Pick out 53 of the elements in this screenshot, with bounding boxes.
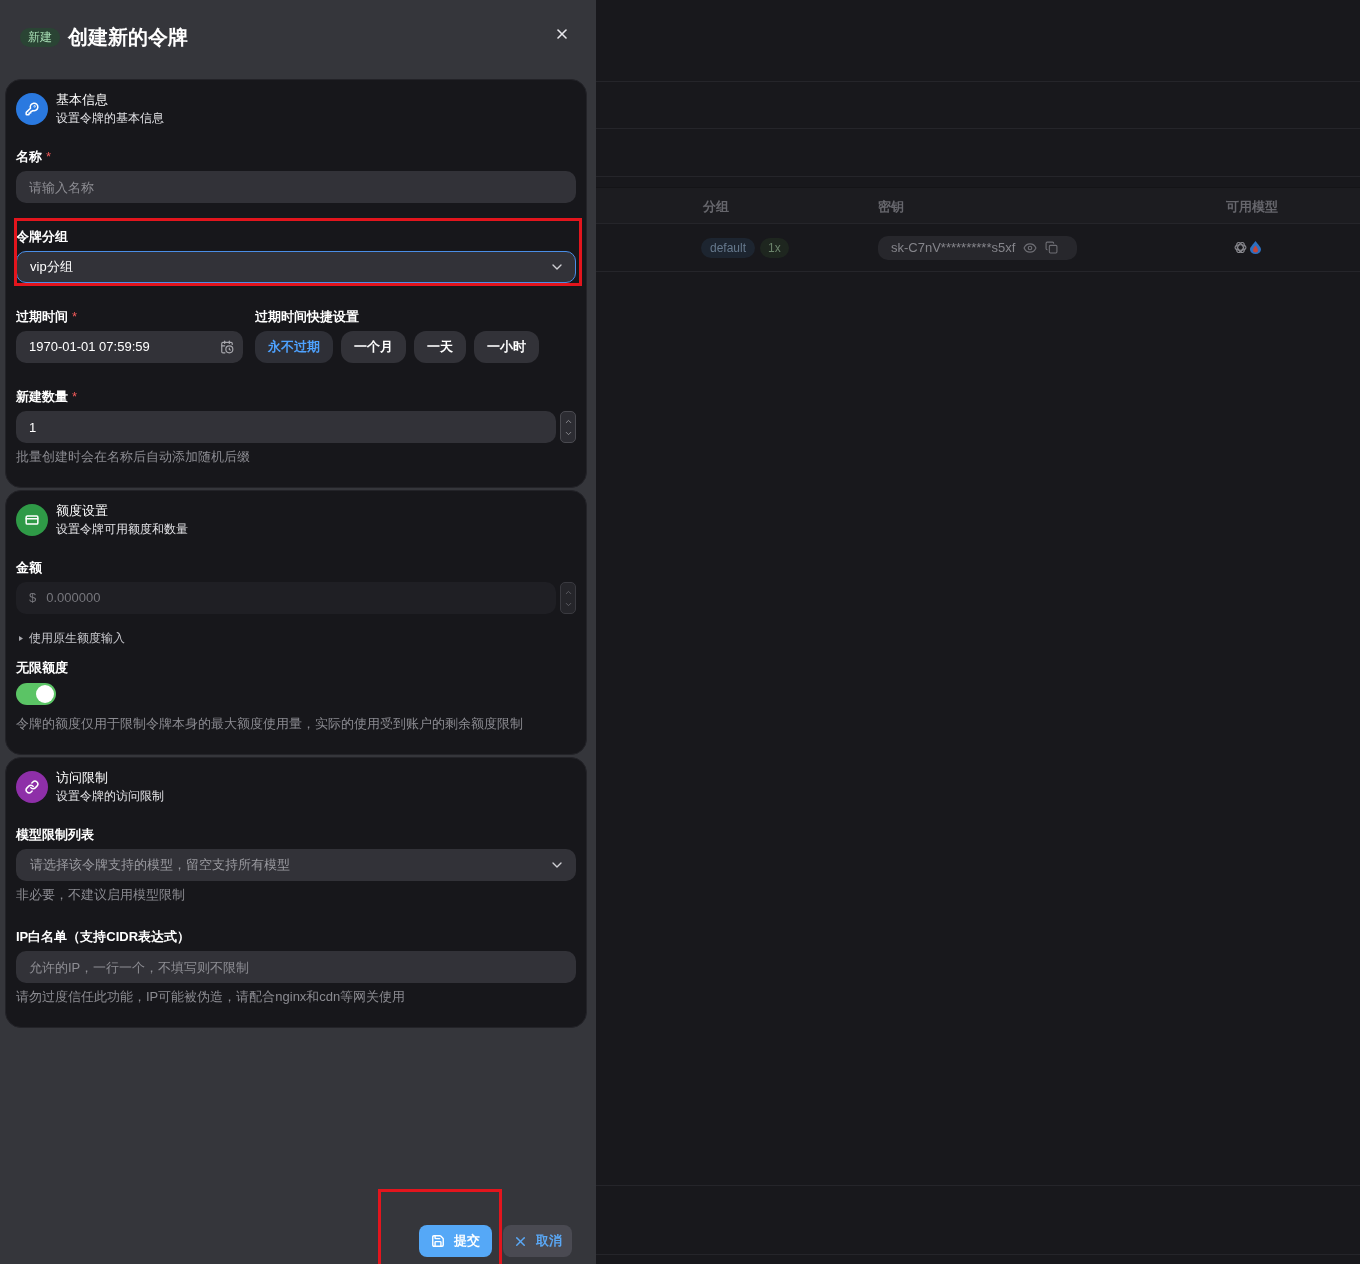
toggle-switch[interactable] bbox=[16, 683, 56, 705]
cancel-button[interactable]: 取消 bbox=[503, 1225, 572, 1257]
field-label: IP白名单（支持CIDR表达式） bbox=[16, 928, 191, 946]
section-title: 基本信息 bbox=[56, 92, 109, 108]
knot-logo-icon bbox=[1234, 241, 1247, 254]
required-mark: * bbox=[46, 148, 52, 166]
droplet-logo-icon bbox=[1250, 241, 1261, 254]
section-subtitle: 设置令牌可用额度和数量 bbox=[56, 521, 188, 537]
section-subtitle: 设置令牌的基本信息 bbox=[56, 110, 164, 126]
field-label: 新建数量 bbox=[16, 388, 68, 406]
disclosure-toggle[interactable]: 使用原生额度输入 bbox=[16, 630, 125, 646]
calendar-clock-icon bbox=[220, 340, 234, 354]
date-field[interactable]: 1970-01-01 07:59:59 bbox=[16, 331, 243, 363]
close-button[interactable] bbox=[554, 26, 570, 42]
new-badge: 新建 bbox=[20, 27, 60, 47]
help-text: 批量创建时会在名称后自动添加随机后缀 bbox=[16, 449, 251, 465]
column-header: 可用模型 bbox=[1226, 198, 1278, 214]
required-mark: * bbox=[72, 388, 78, 406]
dropdown-field[interactable]: vip分组 bbox=[16, 251, 576, 283]
help-text: 令牌的额度仅用于限制令牌本身的最大额度使用量，实际的使用受到账户的剩余额度限制 bbox=[16, 716, 524, 732]
field-label: 模型限制列表 bbox=[16, 826, 94, 844]
field-label: 无限额度 bbox=[16, 659, 68, 677]
field-label: 过期时间快捷设置 bbox=[255, 308, 359, 326]
column-header: 密钥 bbox=[878, 198, 904, 214]
close-icon bbox=[554, 26, 570, 42]
field-label: 名称 bbox=[16, 148, 42, 166]
eye-icon[interactable] bbox=[1023, 240, 1038, 255]
section-title: 访问限制 bbox=[56, 770, 109, 786]
caret-icon bbox=[19, 635, 23, 641]
section-title: 额度设置 bbox=[56, 503, 109, 519]
dropdown-field[interactable]: 请选择该令牌支持的模型，留空支持所有模型 bbox=[16, 849, 576, 881]
number-stepper[interactable] bbox=[560, 411, 576, 443]
field-label: 金额 bbox=[16, 559, 42, 577]
group-tag: default bbox=[701, 237, 756, 258]
number-stepper[interactable] bbox=[560, 582, 576, 614]
copy-icon[interactable] bbox=[1045, 241, 1059, 254]
help-text: 请勿过度信任此功能，IP可能被伪造，请配合nginx和cdn等网关使用 bbox=[16, 989, 407, 1005]
drawer-title: 创建新的令牌 bbox=[68, 25, 188, 50]
text-field[interactable]: 请输入名称 bbox=[16, 171, 576, 203]
field-label: 令牌分组 bbox=[16, 228, 68, 246]
save-icon bbox=[431, 1234, 445, 1248]
ratio-tag: 1x bbox=[760, 237, 789, 258]
required-mark: * bbox=[72, 308, 78, 326]
quick-option-button[interactable]: 一天 bbox=[414, 331, 466, 363]
number-field[interactable]: 1 bbox=[16, 411, 556, 443]
quick-option-button[interactable]: 一个月 bbox=[341, 331, 406, 363]
quick-option-button[interactable]: 永不过期 bbox=[255, 331, 333, 363]
quick-option-button[interactable]: 一小时 bbox=[474, 331, 539, 363]
help-text: 非必要，不建议启用模型限制 bbox=[16, 887, 186, 903]
api-key-text: sk-C7nV**********s5xf bbox=[891, 238, 1016, 257]
field-label: 过期时间 bbox=[16, 308, 68, 326]
column-header: 分组 bbox=[703, 198, 729, 214]
section-subtitle: 设置令牌的访问限制 bbox=[56, 788, 164, 804]
